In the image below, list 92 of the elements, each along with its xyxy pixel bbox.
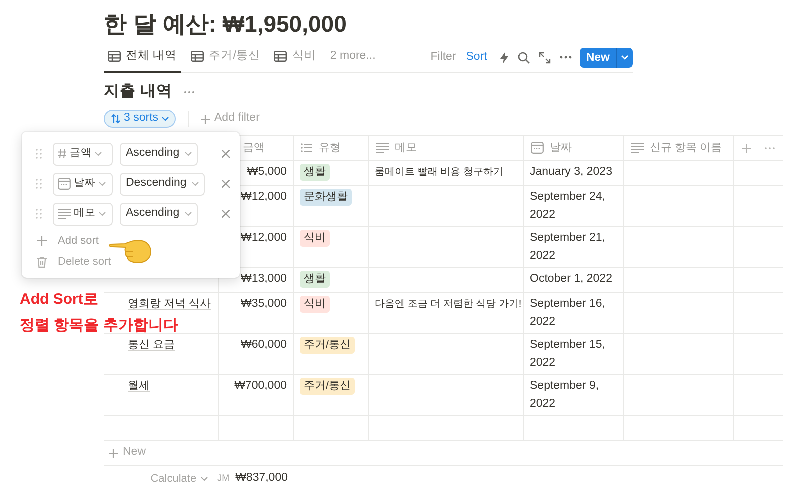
column-header: 날짜 <box>550 140 572 156</box>
text-lines-icon <box>376 143 389 153</box>
date-cell: September 24, 2022 <box>530 191 606 221</box>
sum-value: ₩837,000 <box>236 471 288 486</box>
more-icon[interactable] <box>560 56 572 59</box>
calendar-icon <box>531 142 544 154</box>
plus-icon <box>37 236 47 246</box>
close-icon[interactable] <box>222 210 230 218</box>
calendar-icon <box>58 178 71 190</box>
lightning-icon[interactable] <box>500 52 510 64</box>
new-row-button[interactable]: New <box>109 444 146 462</box>
aggregate-label: JM <box>218 472 230 486</box>
annotation-text: 정렬 항목을 추가합니다 <box>20 316 178 336</box>
caret-icon <box>184 152 192 156</box>
drag-handle-icon[interactable] <box>36 209 42 219</box>
direction-select[interactable]: Ascending <box>120 142 198 166</box>
date-cell: September 15, 2022 <box>530 339 606 369</box>
amount-cell: ₩700,000 <box>234 380 287 392</box>
close-icon[interactable] <box>222 150 230 158</box>
tag: 생활 <box>300 164 330 181</box>
amount-cell: ₩35,000 <box>240 298 287 310</box>
tag: 주거/통신 <box>300 378 356 395</box>
search-icon[interactable] <box>518 52 530 64</box>
hash-icon <box>58 149 67 159</box>
table-icon <box>274 51 288 62</box>
sort-chip[interactable]: 3 sorts <box>104 110 176 128</box>
view-tab[interactable]: 전체 내역 <box>104 42 182 72</box>
table-icon <box>191 51 204 62</box>
page-title: 한 달 예산: ₩1,950,000 <box>104 10 348 39</box>
amount-cell: ₩5,000 <box>247 166 287 178</box>
property-select[interactable]: 날짜 <box>53 172 113 196</box>
caret-icon <box>99 182 106 186</box>
caret-icon <box>162 117 169 121</box>
new-button[interactable]: New <box>580 48 633 68</box>
column-header: 신규 항목 이름 <box>650 140 722 156</box>
drag-handle-icon[interactable] <box>36 149 42 159</box>
amount-cell: ₩13,000 <box>240 273 287 285</box>
row-title: 영희랑 저녁 식사 <box>128 297 212 312</box>
text-lines-icon <box>58 209 71 219</box>
date-cell: January 3, 2023 <box>530 166 612 178</box>
database-title: 지출 내역 <box>104 82 172 102</box>
text-lines-icon <box>631 143 644 153</box>
tag: 생활 <box>300 271 330 288</box>
plus-icon <box>200 114 210 124</box>
caret-icon <box>99 212 106 216</box>
view-tab[interactable]: 2 more... <box>326 42 380 72</box>
annotation-text: Add Sort로 <box>20 290 98 310</box>
caret-icon[interactable] <box>621 55 629 60</box>
drag-handle-icon[interactable] <box>36 179 42 189</box>
close-icon[interactable] <box>222 180 230 188</box>
column-header: 유형 <box>319 140 341 156</box>
trash-icon <box>37 256 47 268</box>
table-icon <box>108 51 121 62</box>
row-title: 통신 요금 <box>128 338 176 353</box>
caret-icon <box>192 182 199 186</box>
delete-sort-button[interactable]: Delete sort <box>37 253 112 271</box>
date-cell: September 16, 2022 <box>530 298 606 328</box>
add-sort-button[interactable]: Add sort <box>37 232 99 250</box>
date-cell: September 9, 2022 <box>530 380 600 410</box>
memo-cell-text: 룸메이트 빨래 비용 청구하기 <box>375 166 504 180</box>
direction-select[interactable]: Ascending <box>120 202 198 226</box>
tag: 주거/통신 <box>300 337 356 354</box>
add-filter-button[interactable]: Add filter <box>200 110 260 128</box>
tag: 식비 <box>300 230 330 247</box>
amount-cell: ₩12,000 <box>240 232 287 244</box>
direction-select[interactable]: Descending <box>120 172 205 196</box>
calculate-button[interactable]: Calculate <box>150 470 208 488</box>
column-header: 금액 <box>243 140 265 156</box>
toolbar-button[interactable]: Sort <box>461 48 492 66</box>
amount-cell: ₩12,000 <box>240 191 287 203</box>
property-select[interactable]: 메모 <box>53 202 113 226</box>
view-tab[interactable]: 주거/통신 <box>187 42 264 72</box>
view-tab[interactable]: 식비 <box>270 42 320 72</box>
expand-icon[interactable] <box>539 52 552 64</box>
list-icon <box>301 143 313 153</box>
toolbar-button[interactable]: Filter <box>426 48 462 66</box>
more-icon[interactable] <box>184 90 196 94</box>
sort-icon <box>111 114 121 124</box>
tag: 문화생활 <box>300 189 352 206</box>
caret-icon <box>95 152 102 156</box>
caret-icon <box>184 212 192 216</box>
memo-cell-text: 다음엔 조금 더 저렴한 식당 가기! <box>375 298 522 312</box>
row-title: 월세 <box>128 379 150 394</box>
amount-cell: ₩60,000 <box>240 339 287 351</box>
date-cell: September 21, 2022 <box>530 232 606 262</box>
column-header: 메모 <box>395 140 417 156</box>
plus-icon <box>109 448 118 458</box>
tag: 식비 <box>300 296 330 313</box>
caret-icon <box>200 477 208 481</box>
property-select[interactable]: 금액 <box>53 142 113 166</box>
date-cell: October 1, 2022 <box>530 273 612 285</box>
plus-icon[interactable] <box>742 144 751 152</box>
